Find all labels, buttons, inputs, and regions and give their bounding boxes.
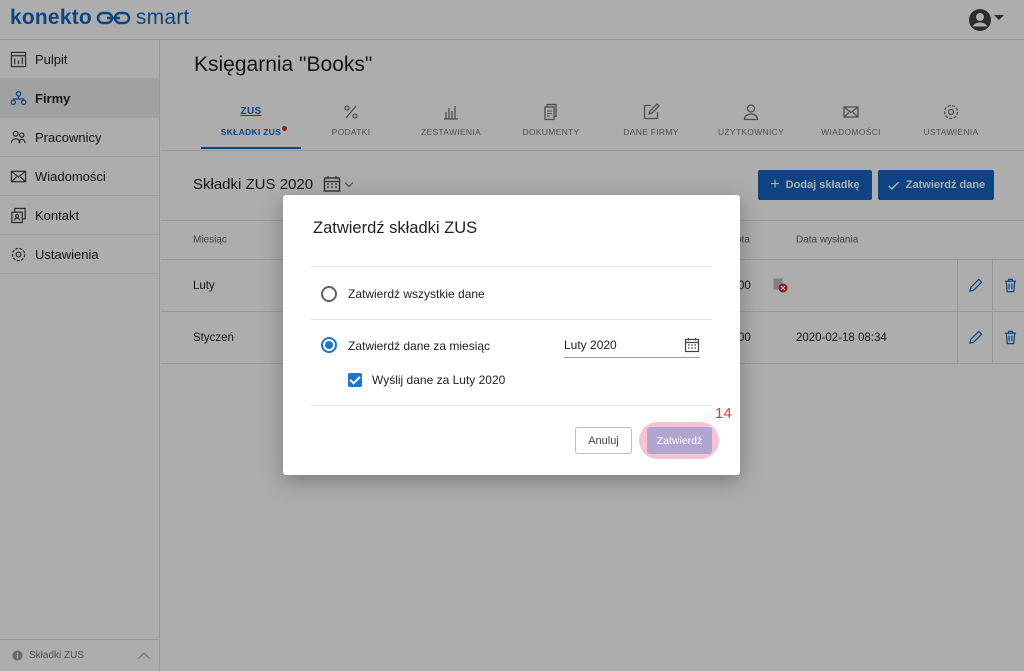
divider <box>311 319 712 320</box>
month-value: Luty 2020 <box>564 338 617 352</box>
divider <box>311 405 712 406</box>
confirm-zus-dialog: Zatwierdź składki ZUS Zatwierdź wszystki… <box>283 195 740 475</box>
radio-confirm-month[interactable] <box>321 337 337 353</box>
calendar-icon[interactable] <box>684 337 700 353</box>
send-data-checkbox[interactable] <box>348 373 362 387</box>
send-data-checkbox-label[interactable]: Wyślij dane za Luty 2020 <box>372 373 505 387</box>
cancel-button[interactable]: Anuluj <box>575 427 632 454</box>
confirm-button[interactable]: Zatwierdź <box>647 427 712 454</box>
dialog-title: Zatwierdź składki ZUS <box>313 219 478 237</box>
radio-confirm-month-label[interactable]: Zatwierdź dane za miesiąc <box>348 339 490 353</box>
radio-confirm-all-label[interactable]: Zatwierdź wszystkie dane <box>348 287 485 301</box>
month-picker-field[interactable]: Luty 2020 <box>564 334 700 358</box>
radio-confirm-all[interactable] <box>321 286 337 302</box>
divider <box>311 266 712 267</box>
step-number-annotation: 14 <box>715 405 732 422</box>
